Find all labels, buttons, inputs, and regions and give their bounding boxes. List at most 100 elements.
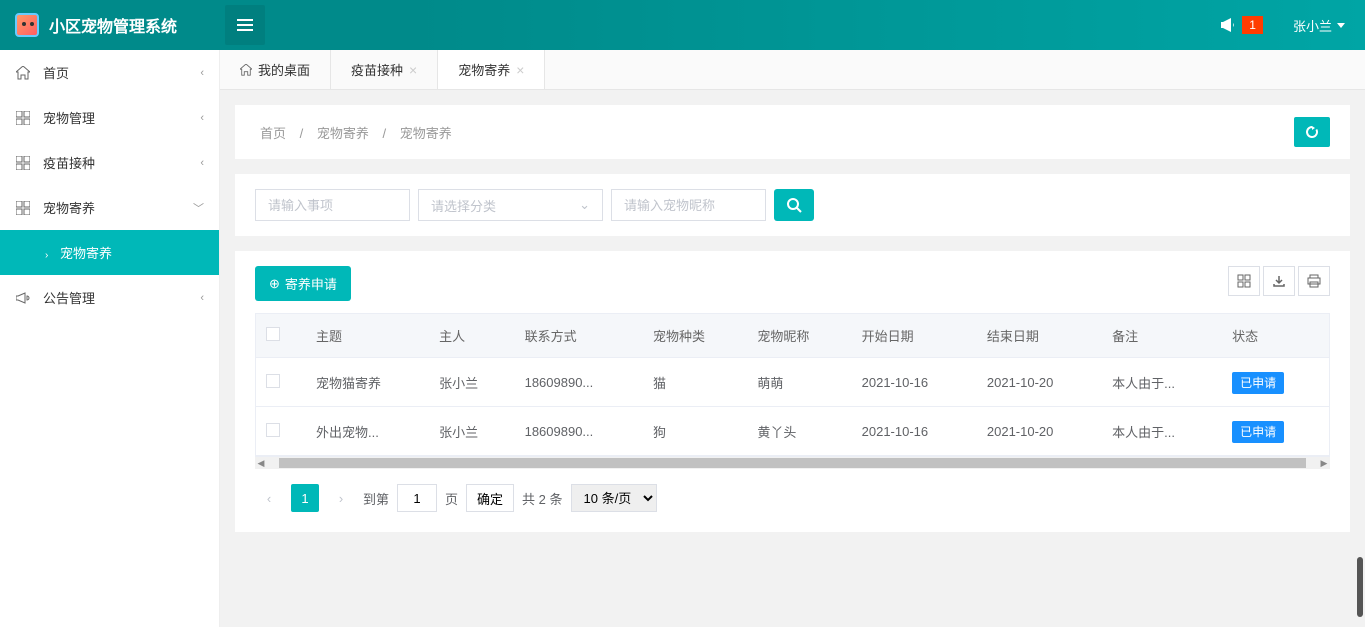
broadcast-icon bbox=[15, 290, 31, 306]
cell-species: 狗 bbox=[643, 407, 747, 456]
sidebar-item-label: 首页 bbox=[43, 63, 69, 82]
add-button-label: 寄养申请 bbox=[285, 274, 337, 293]
sidebar-item-label: 宠物寄养 bbox=[43, 198, 95, 217]
chevron-down-icon: ⌄ bbox=[579, 197, 590, 213]
status-badge: 已申请 bbox=[1232, 372, 1284, 394]
category-select[interactable]: 请选择分类 ⌄ bbox=[418, 189, 603, 221]
add-foster-button[interactable]: ⊕ 寄养申请 bbox=[255, 266, 351, 301]
sidebar-item-foster[interactable]: 宠物寄养 ﹀ bbox=[0, 185, 219, 230]
home-icon bbox=[15, 65, 31, 81]
scroll-thumb[interactable] bbox=[279, 458, 1306, 468]
print-button[interactable] bbox=[1298, 266, 1330, 296]
total-count: 共 2 条 bbox=[522, 489, 562, 508]
breadcrumb-item[interactable]: 首页 bbox=[260, 126, 286, 141]
sidebar-item-pet-manage[interactable]: 宠物管理 ‹ bbox=[0, 95, 219, 140]
sidebar-item-label: 疫苗接种 bbox=[43, 153, 95, 172]
broadcast-icon bbox=[1221, 17, 1237, 33]
logo-icon bbox=[15, 13, 39, 37]
vertical-scrollbar[interactable] bbox=[1357, 557, 1363, 617]
home-icon bbox=[240, 64, 252, 76]
prev-page-button[interactable]: ‹ bbox=[255, 484, 283, 512]
sidebar-sub-foster[interactable]: › 宠物寄养 bbox=[0, 230, 219, 275]
sidebar-item-label: 宠物管理 bbox=[43, 108, 95, 127]
tab-desktop[interactable]: 我的桌面 bbox=[220, 50, 331, 89]
breadcrumb-sep: / bbox=[300, 126, 304, 141]
cell-start: 2021-10-16 bbox=[852, 407, 977, 456]
col-remark: 备注 bbox=[1102, 314, 1222, 358]
cell-owner: 张小兰 bbox=[429, 407, 514, 456]
chevron-left-icon: ‹ bbox=[200, 67, 204, 79]
next-page-button[interactable]: › bbox=[327, 484, 355, 512]
chevron-down-icon bbox=[1337, 23, 1345, 28]
notification-button[interactable]: 1 bbox=[1221, 16, 1263, 34]
sidebar-sub-label: 宠物寄养 bbox=[60, 246, 112, 261]
sidebar-item-announce[interactable]: 公告管理 ‹ bbox=[0, 275, 219, 320]
table-card: ⊕ 寄养申请 主题 bbox=[235, 251, 1350, 532]
page-number[interactable]: 1 bbox=[291, 484, 319, 512]
sidebar-item-vaccine[interactable]: 疫苗接种 ‹ bbox=[0, 140, 219, 185]
col-nickname: 宠物昵称 bbox=[747, 314, 851, 358]
tab-label: 我的桌面 bbox=[258, 60, 310, 79]
grid-icon bbox=[15, 155, 31, 171]
goto-label: 到第 bbox=[363, 489, 389, 508]
page-unit-label: 页 bbox=[445, 489, 458, 508]
select-all-checkbox[interactable] bbox=[266, 327, 280, 341]
goto-confirm-button[interactable]: 确定 bbox=[466, 484, 514, 512]
table-header-row: 主题 主人 联系方式 宠物种类 宠物昵称 开始日期 结束日期 备注 状态 添加时 bbox=[256, 314, 1330, 358]
close-icon[interactable]: × bbox=[516, 62, 524, 78]
search-icon bbox=[786, 197, 802, 213]
row-checkbox[interactable] bbox=[266, 423, 280, 437]
nickname-input[interactable] bbox=[611, 189, 766, 221]
scroll-right-icon[interactable]: ▶ bbox=[1318, 457, 1330, 469]
horizontal-scrollbar[interactable]: ◀ ▶ bbox=[255, 457, 1330, 469]
tab-foster[interactable]: 宠物寄养 × bbox=[438, 50, 545, 89]
breadcrumb-item[interactable]: 宠物寄养 bbox=[317, 126, 369, 141]
grid-icon bbox=[15, 110, 31, 126]
print-icon bbox=[1307, 274, 1321, 288]
pagination: ‹ 1 › 到第 页 确定 共 2 条 10 条/页 bbox=[255, 469, 1330, 517]
breadcrumb-sep: / bbox=[383, 126, 387, 141]
table-row: 外出宠物... 张小兰 18609890... 狗 黄丫头 2021-10-16… bbox=[256, 407, 1330, 456]
page-size-select[interactable]: 10 条/页 bbox=[571, 484, 657, 512]
cell-added: 2021- bbox=[1326, 407, 1330, 456]
page-input[interactable] bbox=[397, 484, 437, 512]
user-menu[interactable]: 张小兰 bbox=[1293, 16, 1345, 35]
search-button[interactable] bbox=[774, 189, 814, 221]
col-start: 开始日期 bbox=[852, 314, 977, 358]
data-table: 主题 主人 联系方式 宠物种类 宠物昵称 开始日期 结束日期 备注 状态 添加时 bbox=[255, 313, 1330, 457]
chevron-left-icon: ‹ bbox=[200, 112, 204, 124]
chevron-left-icon: ‹ bbox=[200, 292, 204, 304]
breadcrumb-item: 宠物寄养 bbox=[400, 126, 452, 141]
cell-topic: 外出宠物... bbox=[306, 407, 429, 456]
status-badge: 已申请 bbox=[1232, 421, 1284, 443]
hamburger-icon bbox=[237, 19, 253, 31]
close-icon[interactable]: × bbox=[409, 62, 417, 78]
col-status: 状态 bbox=[1222, 314, 1326, 358]
cell-end: 2021-10-20 bbox=[977, 407, 1102, 456]
cell-remark: 本人由于... bbox=[1102, 407, 1222, 456]
table-row: 宠物猫寄养 张小兰 18609890... 猫 萌萌 2021-10-16 20… bbox=[256, 358, 1330, 407]
sidebar-item-label: 公告管理 bbox=[43, 288, 95, 307]
menu-toggle-button[interactable] bbox=[225, 5, 265, 45]
col-owner: 主人 bbox=[429, 314, 514, 358]
chevron-right-icon: › bbox=[45, 250, 48, 261]
col-added: 添加时 bbox=[1326, 314, 1330, 358]
chevron-down-icon: ﹀ bbox=[193, 200, 204, 216]
tab-label: 疫苗接种 bbox=[351, 60, 403, 79]
matter-input[interactable] bbox=[255, 189, 410, 221]
export-button[interactable] bbox=[1263, 266, 1295, 296]
tab-vaccine[interactable]: 疫苗接种 × bbox=[331, 50, 438, 89]
filter-bar: 请选择分类 ⌄ bbox=[235, 174, 1350, 236]
cell-start: 2021-10-16 bbox=[852, 358, 977, 407]
user-name: 张小兰 bbox=[1293, 16, 1332, 35]
scroll-left-icon[interactable]: ◀ bbox=[255, 457, 267, 469]
cell-nickname: 黄丫头 bbox=[747, 407, 851, 456]
sidebar-item-home[interactable]: 首页 ‹ bbox=[0, 50, 219, 95]
row-checkbox[interactable] bbox=[266, 374, 280, 388]
columns-button[interactable] bbox=[1228, 266, 1260, 296]
refresh-button[interactable] bbox=[1294, 117, 1330, 147]
plus-icon: ⊕ bbox=[269, 276, 280, 292]
col-species: 宠物种类 bbox=[643, 314, 747, 358]
app-title: 小区宠物管理系统 bbox=[49, 13, 177, 37]
sidebar: 首页 ‹ 宠物管理 ‹ 疫苗接种 ‹ 宠物寄养 ﹀ › 宠物寄养 公告管理 ‹ bbox=[0, 50, 220, 627]
